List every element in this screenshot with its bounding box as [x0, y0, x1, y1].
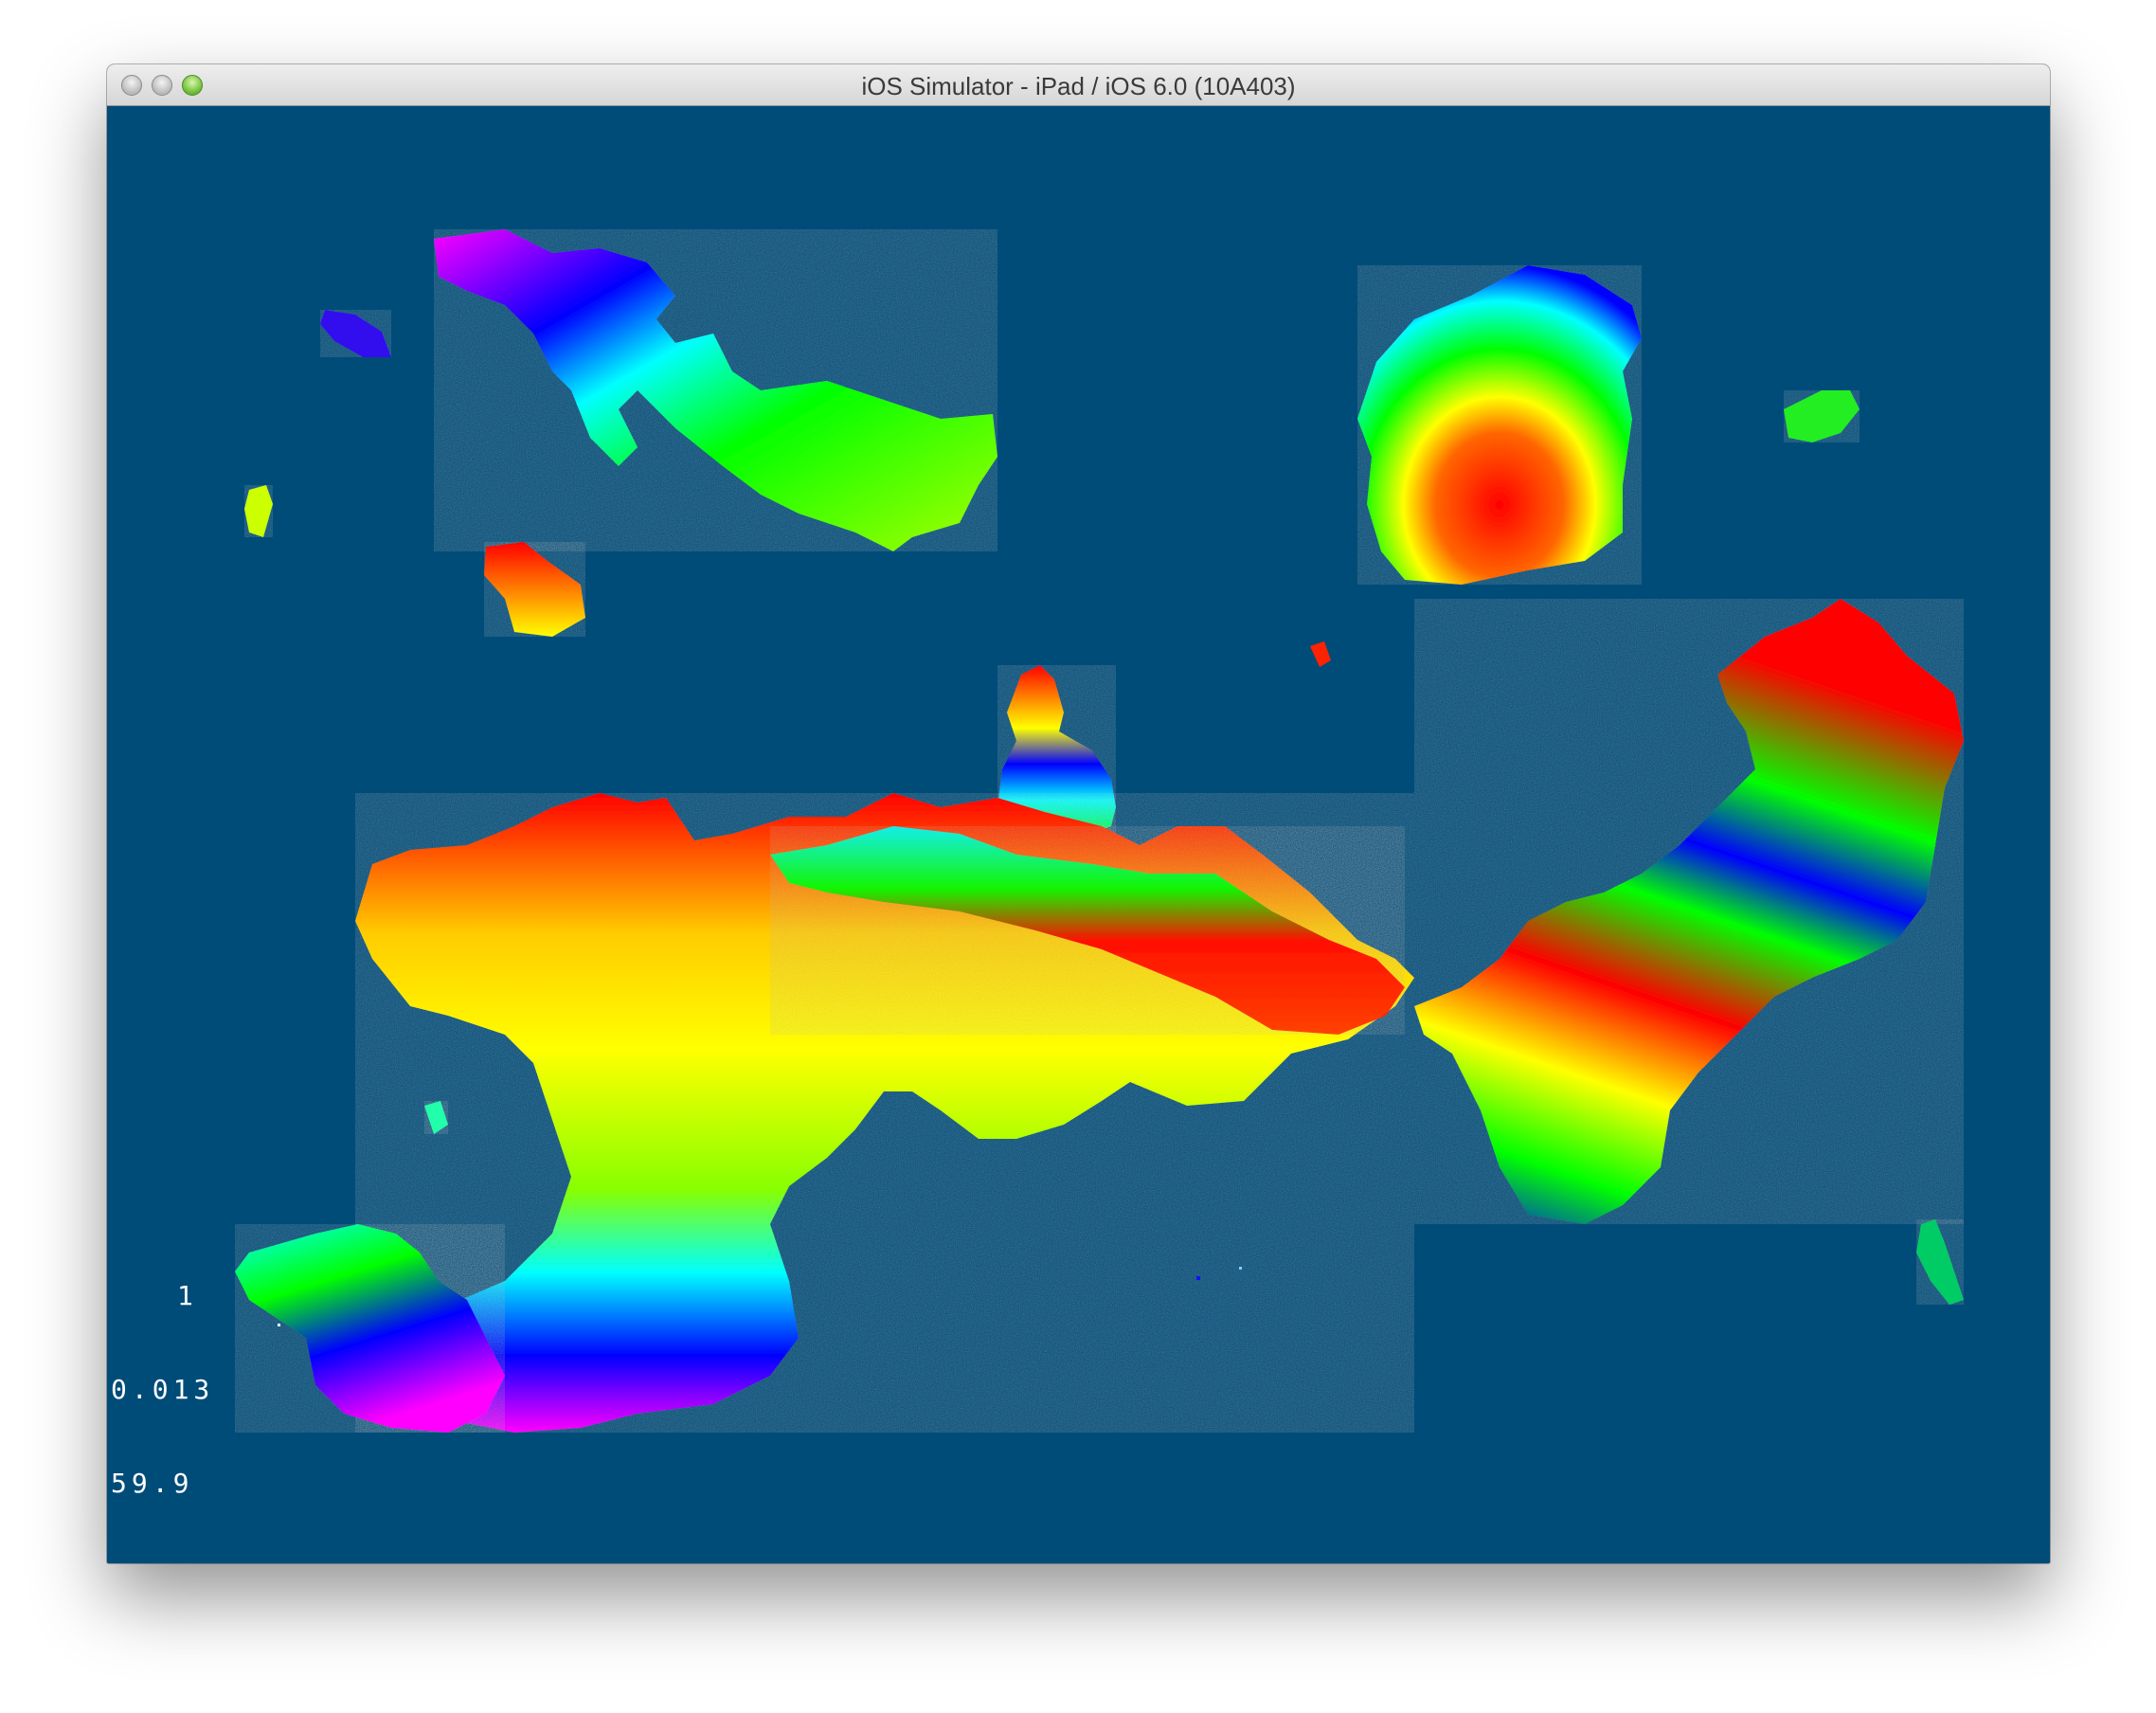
window-titlebar[interactable]: iOS Simulator - iPad / iOS 6.0 (10A403) — [107, 64, 2050, 106]
island-northeast — [1357, 265, 1642, 585]
dot-blue-2 — [1239, 1267, 1242, 1270]
stats-frames: 1 — [177, 1280, 198, 1311]
islet-northeast-small — [1784, 390, 1860, 442]
islet-southeast — [1916, 1219, 1964, 1305]
islet-red-tiny — [1310, 641, 1331, 667]
stats-frame-time: 0.013 — [111, 1374, 215, 1405]
dot-white — [278, 1324, 280, 1326]
islet-red — [484, 542, 585, 637]
islet-cyan-left — [424, 1101, 448, 1134]
terrain-map — [235, 229, 1964, 1433]
continent-east — [1414, 599, 1964, 1224]
dot-blue-1 — [1196, 1276, 1200, 1280]
islet-west — [244, 485, 273, 537]
window-title: iOS Simulator - iPad / iOS 6.0 (10A403) — [861, 72, 1296, 100]
simulator-screen[interactable]: 1 0.013 59.9 — [107, 106, 2050, 1563]
stats-overlay: 1 0.013 59.9 — [111, 1217, 235, 1561]
island-northwest — [434, 229, 997, 551]
stats-fps: 59.9 — [111, 1468, 194, 1499]
islet-northwest-small — [320, 310, 391, 357]
peninsula-southwest — [235, 1224, 505, 1433]
simulator-window: iOS Simulator - iPad / iOS 6.0 (10A403) — [107, 64, 2050, 1563]
